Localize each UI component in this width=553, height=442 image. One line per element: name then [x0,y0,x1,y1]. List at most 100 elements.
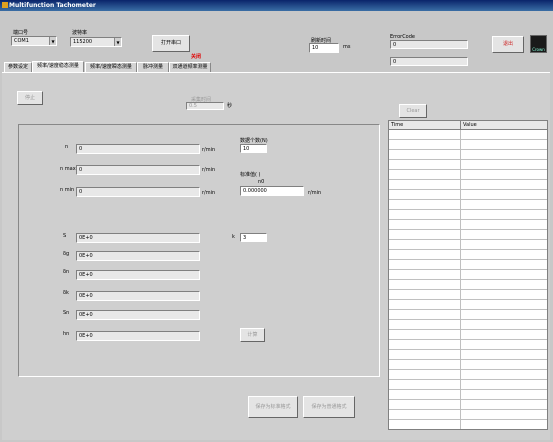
sample-time-input[interactable]: 0.5 [186,102,224,110]
dg-label: δg [63,251,70,257]
table-cell-divider [460,310,461,319]
data-table[interactable]: Time Value [388,120,548,430]
nmin-value: 0 [76,187,200,197]
table-row[interactable] [389,290,547,300]
table-row[interactable] [389,250,547,260]
tab-params[interactable]: 参数设定 [4,62,32,72]
table-cell-divider [460,280,461,289]
hn-label: hn [63,331,70,337]
port-value: COM1 [14,38,29,44]
std-input[interactable]: 0.000000 [240,186,304,196]
nmin-unit: r/min [202,190,216,196]
table-row[interactable] [389,320,547,330]
k-label: k [232,234,235,240]
title-bar: Multifunction Tachometer [0,0,553,11]
table-row[interactable] [389,420,547,429]
s-value: 0E+0 [76,233,200,243]
tab-transient[interactable]: 频率/速度瞬态测量 [85,62,137,72]
table-row[interactable] [389,350,547,360]
nmax-unit: r/min [202,167,216,173]
table-row[interactable] [389,310,547,320]
table-cell-divider [460,370,461,379]
dk-label: δk [63,290,69,296]
error-value-2: 0 [390,57,468,66]
exit-button[interactable]: 退出 [492,36,524,53]
table-row[interactable] [389,200,547,210]
save-standard-button[interactable]: 保存为标准格式 [248,396,298,418]
std-label: 标准值( ) [240,172,261,178]
table-cell-divider [460,400,461,409]
table-cell-divider [460,270,461,279]
table-cell-divider [460,240,461,249]
table-row[interactable] [389,220,547,230]
table-row[interactable] [389,180,547,190]
hn-value: 0E+0 [76,331,200,341]
table-row[interactable] [389,230,547,240]
k-input[interactable]: 3 [240,233,267,242]
table-row[interactable] [389,370,547,380]
table-row[interactable] [389,400,547,410]
table-row[interactable] [389,240,547,250]
table-row[interactable] [389,160,547,170]
table-row[interactable] [389,150,547,160]
dk-value: 0E+0 [76,291,200,301]
table-cell-divider [460,180,461,189]
table-cell-divider [460,190,461,199]
logo: Crown [530,35,547,53]
table-cell-divider [460,340,461,349]
refresh-input[interactable]: 10 [309,43,339,53]
dg-value: 0E+0 [76,251,200,261]
table-row[interactable] [389,410,547,420]
tab-pulse[interactable]: 脉冲测量 [137,62,169,72]
std-unit: r/min [308,190,322,196]
sample-time-unit: 秒 [227,103,233,109]
table-cell-divider [460,390,461,399]
table-row[interactable] [389,380,547,390]
chevron-down-icon[interactable]: ▼ [49,37,56,45]
nmax-value: 0 [76,165,200,175]
table-cell-divider [460,140,461,149]
save-plain-button[interactable]: 保存为普通格式 [303,396,355,418]
table-cell-divider [460,260,461,269]
table-row[interactable] [389,340,547,350]
column-header-value: Value [460,121,477,129]
table-cell-divider [460,320,461,329]
tab-dual[interactable]: 双通道频率测量 [169,62,211,72]
data-count-input[interactable]: 10 [240,144,267,153]
logo-text: Crown [532,47,545,52]
table-row[interactable] [389,280,547,290]
port-select[interactable]: COM1 ▼ [11,36,57,46]
open-port-button[interactable]: 打开串口 [152,35,190,52]
table-cell-divider [460,210,461,219]
table-row[interactable] [389,140,547,150]
table-row[interactable] [389,260,547,270]
table-row[interactable] [389,190,547,200]
baud-select[interactable]: 115200 ▼ [70,37,122,47]
table-row[interactable] [389,270,547,280]
table-row[interactable] [389,330,547,340]
sn-value: 0E+0 [76,310,200,320]
table-row[interactable] [389,300,547,310]
nmin-label: n min [60,187,75,193]
table-row[interactable] [389,210,547,220]
table-cell-divider [460,300,461,309]
table-row[interactable] [389,130,547,140]
stop-button[interactable]: 停止 [17,91,43,105]
table-cell-divider [460,220,461,229]
table-row[interactable] [389,390,547,400]
table-cell-divider [460,410,461,419]
chevron-down-icon[interactable]: ▼ [114,38,121,46]
table-cell-divider [460,380,461,389]
table-body [389,130,547,429]
table-cell-divider [460,200,461,209]
port-status: 关闭 [191,54,202,60]
calc-button[interactable]: 计算 [240,328,265,342]
table-row[interactable] [389,360,547,370]
dh-value: 0E+0 [76,270,200,280]
table-row[interactable] [389,170,547,180]
clear-button[interactable]: Clear [399,104,427,118]
n-unit: r/min [202,147,216,153]
table-cell-divider [460,420,461,429]
n-value: 0 [76,144,200,154]
sn-label: Sn [63,310,70,316]
